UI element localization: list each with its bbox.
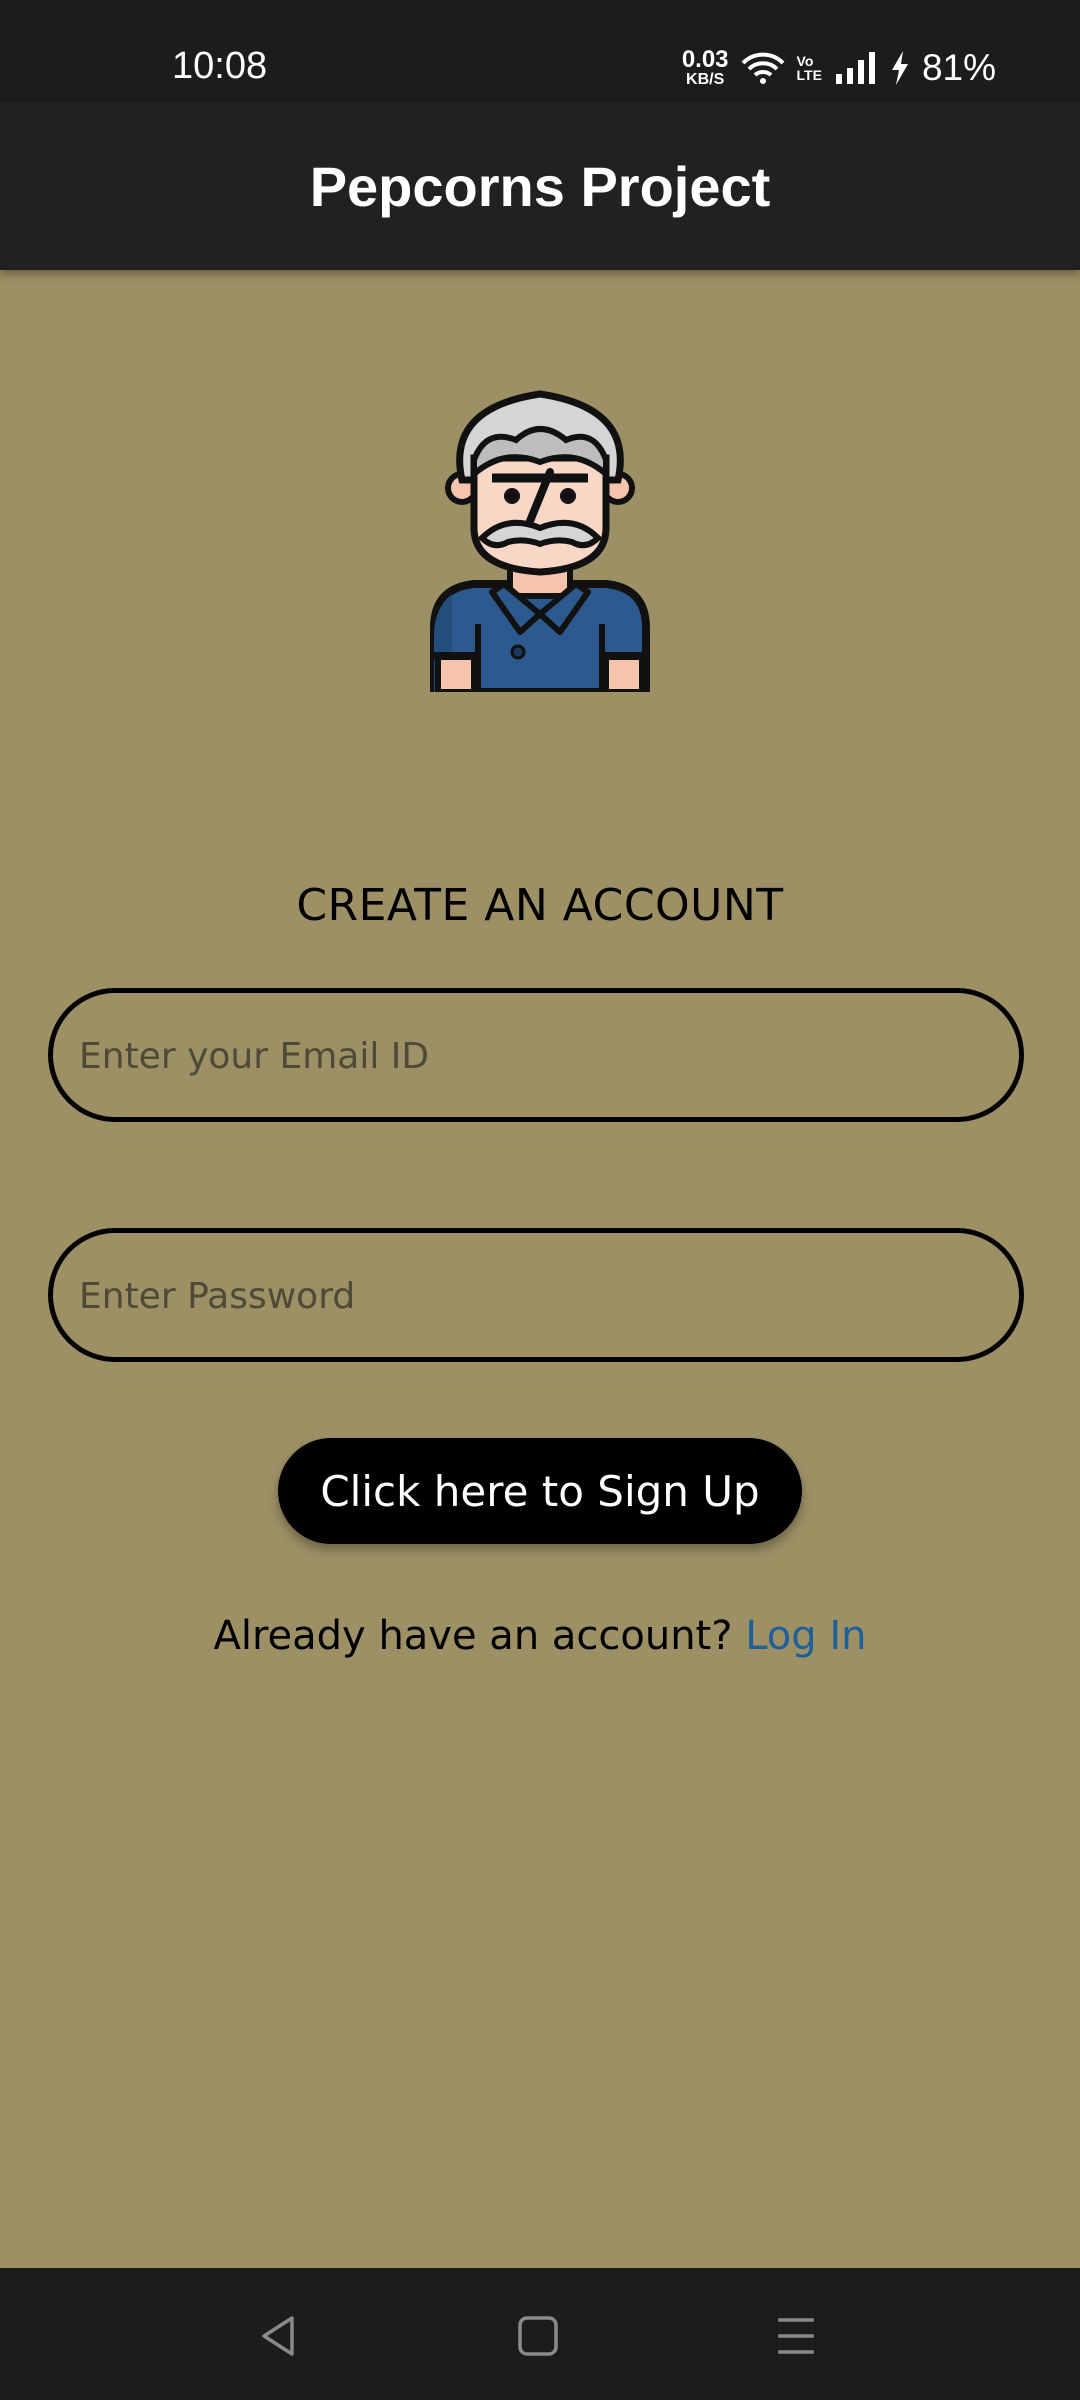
app-bar: Pepcorns Project — [0, 102, 1080, 270]
menu-icon[interactable] — [768, 2308, 824, 2364]
signup-button[interactable]: Click here to Sign Up — [278, 1438, 802, 1544]
login-link[interactable]: Log In — [745, 1613, 866, 1659]
network-speed-value: 0.03 — [681, 46, 729, 73]
status-bar: 10:08 0.03 KB/S Vo LTE 81% — [0, 0, 1080, 102]
volte-top: Vo — [796, 53, 814, 69]
charging-icon — [891, 51, 908, 85]
password-field[interactable] — [48, 1228, 1024, 1362]
wifi-icon — [741, 52, 784, 84]
status-icons: 0.03 KB/S Vo LTE 81% — [682, 46, 996, 90]
status-time: 10:08 — [172, 45, 268, 87]
volte-bottom: LTE — [796, 67, 822, 83]
form-heading: CREATE AN ACCOUNT — [296, 880, 784, 931]
network-speed: 0.03 KB/S — [682, 48, 729, 88]
back-icon[interactable] — [252, 2308, 308, 2364]
signal-icon — [835, 52, 875, 84]
home-icon[interactable] — [510, 2308, 566, 2364]
battery-level: 81% — [921, 47, 996, 88]
login-row: Already have an account? Log In — [0, 1606, 1080, 1666]
navigation-bar — [0, 2268, 1080, 2400]
app-title: Pepcorns Project — [309, 155, 771, 218]
volte-indicator: Vo LTE — [797, 54, 822, 82]
network-speed-unit: KB/S — [686, 71, 725, 88]
avatar-illustration — [430, 390, 650, 692]
email-field[interactable] — [48, 988, 1024, 1122]
login-prompt: Already have an account? — [213, 1613, 733, 1659]
email-input[interactable] — [77, 993, 1001, 1119]
password-input[interactable] — [77, 1233, 1001, 1359]
